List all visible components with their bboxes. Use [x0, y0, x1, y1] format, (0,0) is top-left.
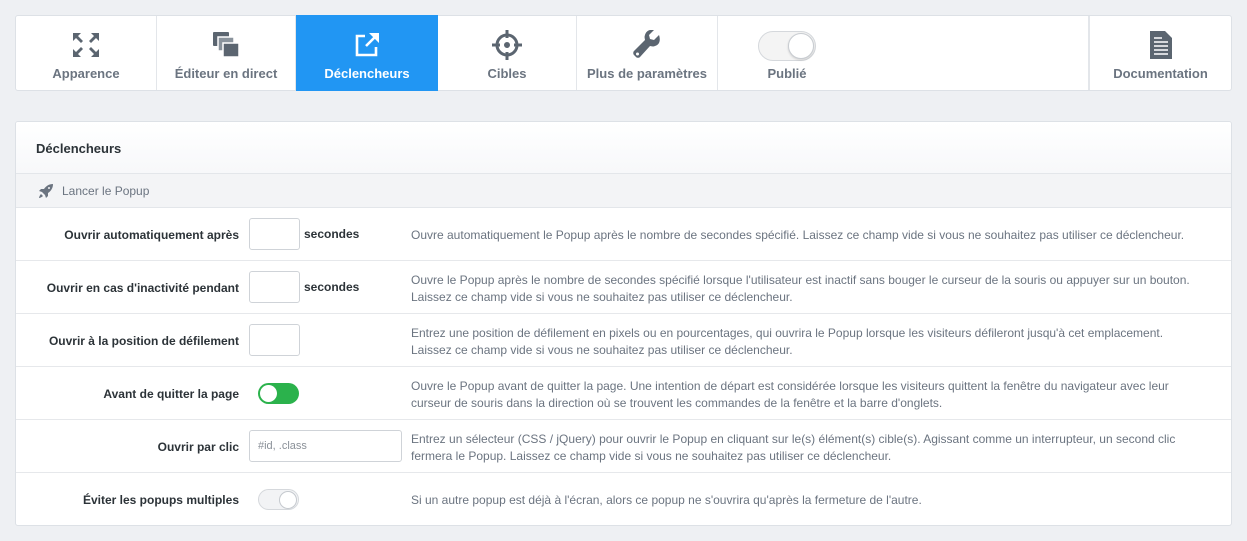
publish-switch[interactable] — [758, 31, 816, 61]
row-open-after-delay: Ouvrir automatiquement après secondes Ou… — [16, 208, 1231, 261]
field-description: Entrez une position de défilement en pix… — [411, 325, 1231, 359]
field-label: Ouvrir par clic — [157, 440, 239, 454]
tab-appearance[interactable]: Apparence — [16, 16, 157, 90]
publish-label: Publié — [767, 66, 807, 81]
field-description: Si un autre popup est déjà à l'écran, al… — [411, 492, 1231, 509]
row-exit-intent: Avant de quitter la page Ouvre le Popup … — [16, 367, 1231, 420]
field-description: Entrez un sélecteur (CSS / jQuery) pour … — [411, 431, 1231, 465]
exit-intent-toggle[interactable] — [258, 383, 299, 404]
switch-knob — [788, 33, 814, 59]
external-link-icon — [353, 28, 381, 62]
field-label: Ouvrir à la position de défilement — [48, 334, 239, 348]
section-label: Lancer le Popup — [62, 183, 150, 198]
triggers-panel: Déclencheurs Lancer le Popup Ouvrir auto… — [15, 121, 1232, 526]
document-icon — [1149, 28, 1173, 62]
tab-documentation[interactable]: Documentation — [1089, 16, 1231, 90]
delay-seconds-input[interactable] — [249, 218, 300, 250]
editor-toolbar: Apparence Éditeur en direct Déclencheurs… — [15, 15, 1232, 91]
field-label: Avant de quitter la page — [103, 387, 239, 401]
crosshair-icon — [491, 28, 523, 62]
description-line: curseur de souris dans la direction où s… — [411, 396, 943, 410]
row-open-on-scroll: Ouvrir à la position de défilement Entre… — [16, 314, 1231, 367]
field-label: Ouvrir en cas d'inactivité pendant — [46, 281, 239, 295]
tab-targets[interactable]: Cibles — [438, 16, 577, 90]
section-header: Lancer le Popup — [16, 174, 1231, 208]
tab-more-settings[interactable]: Plus de paramètres — [577, 16, 718, 90]
switch-knob — [279, 491, 297, 509]
live-editor-icon — [211, 28, 241, 62]
tab-label: Cibles — [487, 66, 527, 81]
field-label: Ouvrir automatiquement après — [64, 228, 239, 242]
description-line: Ouvre le Popup avant de quitter la page.… — [411, 379, 1169, 393]
wrench-icon — [632, 28, 662, 62]
field-label: Éviter les popups multiples — [82, 493, 239, 507]
description-line: Si un autre popup est déjà à l'écran, al… — [411, 493, 922, 507]
panel-title: Déclencheurs — [16, 122, 1231, 174]
publish-toggle[interactable]: Publié — [718, 16, 856, 90]
documentation-label: Documentation — [1113, 66, 1208, 81]
rocket-icon — [38, 183, 54, 199]
row-open-on-click: Ouvrir par clic Entrez un sélecteur (CSS… — [16, 420, 1231, 473]
tab-live-editor[interactable]: Éditeur en direct — [157, 16, 296, 90]
scroll-position-input[interactable] — [249, 324, 300, 356]
click-selector-input[interactable] — [249, 430, 402, 462]
publish-switch-wrap — [758, 28, 816, 62]
avoid-multiple-toggle[interactable] — [258, 489, 299, 510]
field-description: Ouvre le Popup après le nombre de second… — [411, 272, 1231, 306]
tab-label: Apparence — [52, 66, 120, 81]
tab-label: Déclencheurs — [324, 66, 410, 81]
description-line: Entrez une position de défilement en pix… — [411, 326, 1164, 340]
inactivity-seconds-input[interactable] — [249, 271, 300, 303]
description-line: Laissez ce champ vide si vous ne souhait… — [411, 290, 793, 304]
tab-triggers[interactable]: Déclencheurs — [296, 15, 438, 91]
row-open-on-inactivity: Ouvrir en cas d'inactivité pendant secon… — [16, 261, 1231, 314]
unit-label: secondes — [304, 227, 360, 241]
description-line: Laissez ce champ vide si vous ne souhait… — [411, 343, 793, 357]
description-line: Ouvre automatiquement le Popup après le … — [411, 228, 1185, 242]
expand-icon — [71, 28, 101, 62]
switch-knob — [260, 385, 277, 402]
row-avoid-multiple-popups: Éviter les popups multiples Si un autre … — [16, 473, 1231, 525]
description-line: Ouvre le Popup après le nombre de second… — [411, 273, 1190, 287]
tab-label: Plus de paramètres — [587, 66, 707, 81]
toolbar-spacer — [856, 16, 1089, 90]
field-description: Ouvre le Popup avant de quitter la page.… — [411, 378, 1231, 412]
description-line: fermera le Popup. Laissez ce champ vide … — [411, 449, 892, 463]
tab-label: Éditeur en direct — [174, 66, 278, 81]
field-description: Ouvre automatiquement le Popup après le … — [411, 227, 1231, 244]
description-line: Entrez un sélecteur (CSS / jQuery) pour … — [411, 432, 1176, 446]
unit-label: secondes — [304, 280, 360, 294]
